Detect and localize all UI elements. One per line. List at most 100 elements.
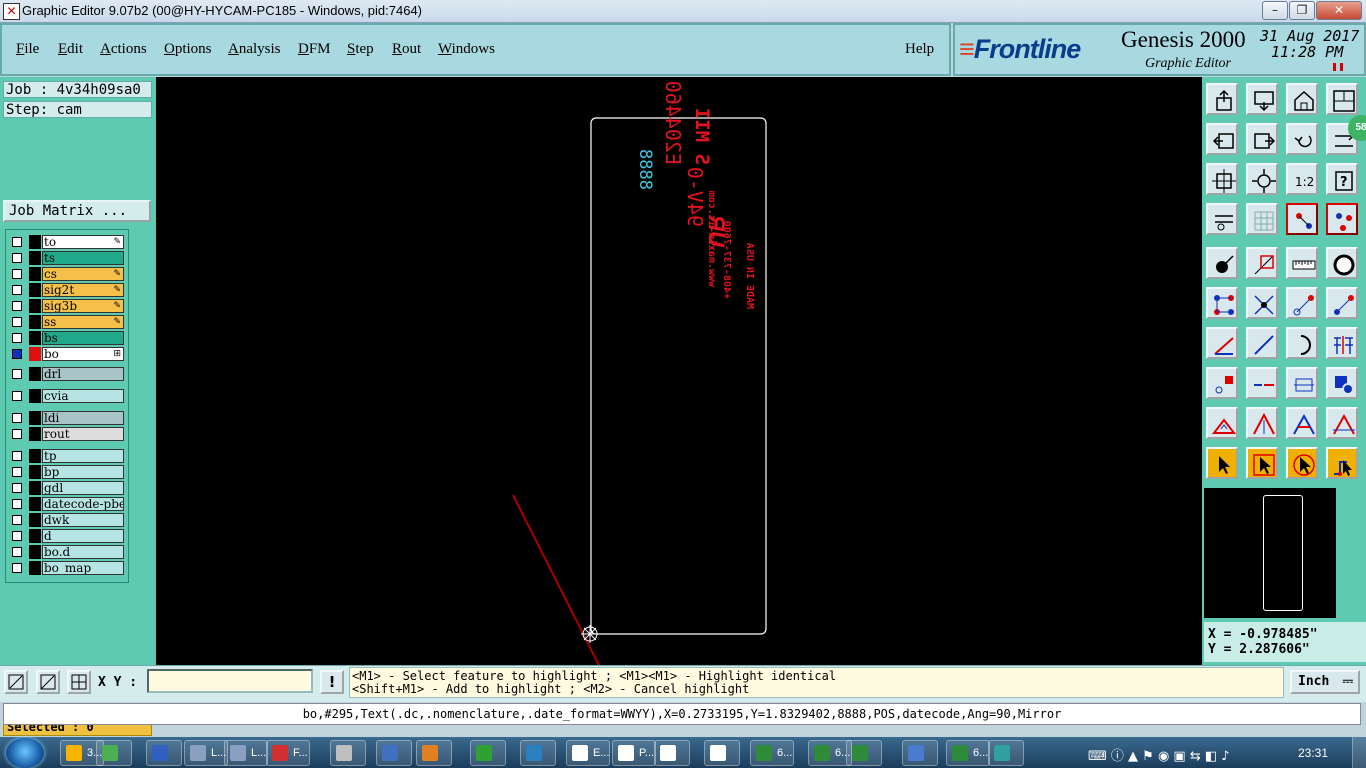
taskbar-app-button[interactable]	[902, 740, 938, 766]
layer-color-swatch[interactable]	[29, 561, 41, 575]
query-icon[interactable]: ?	[1326, 163, 1358, 195]
start-button[interactable]	[6, 738, 44, 768]
layer-row-cs[interactable]: cs ✎	[8, 267, 126, 281]
job-matrix-button[interactable]: Job Matrix ...	[3, 200, 151, 222]
triangle-up-icon[interactable]	[1246, 407, 1278, 439]
taskbar-app-button[interactable]: 6...	[946, 740, 990, 766]
scale-1-2-icon[interactable]: 1:2	[1286, 163, 1318, 195]
pad-icon[interactable]	[1206, 247, 1238, 279]
layer-name[interactable]: sig3b ✎	[42, 299, 124, 313]
layer-name[interactable]: bo.d	[42, 545, 124, 559]
layer-color-swatch[interactable]	[29, 545, 41, 559]
layer-row-cvia[interactable]: cvia	[8, 389, 126, 403]
undo-view-icon[interactable]	[1286, 123, 1318, 155]
layer-checkbox[interactable]	[12, 391, 22, 401]
layer-row-ts[interactable]: ts	[8, 251, 126, 265]
layer-name[interactable]: rout	[42, 427, 124, 441]
pointer-select-icon[interactable]	[1246, 447, 1278, 479]
pointer-route-icon[interactable]	[1326, 447, 1358, 479]
taskbar-app-button[interactable]	[416, 740, 452, 766]
layer-color-swatch[interactable]	[29, 389, 41, 403]
grid-mode-icon[interactable]	[67, 670, 91, 694]
layer-checkbox[interactable]	[12, 531, 22, 541]
layer-row-d[interactable]: d	[8, 529, 126, 543]
layer-checkbox[interactable]	[12, 515, 22, 525]
layer-color-swatch[interactable]	[29, 299, 41, 313]
ruler-icon[interactable]	[1286, 247, 1318, 279]
layer-name[interactable]: drl	[42, 367, 124, 381]
layer-color-swatch[interactable]	[29, 529, 41, 543]
layer-name[interactable]: d	[42, 529, 124, 543]
layer-color-swatch[interactable]	[29, 449, 41, 463]
layer-checkbox[interactable]	[12, 349, 22, 359]
layer-color-swatch[interactable]	[29, 251, 41, 265]
taskbar-app-button[interactable]: L...	[224, 740, 268, 766]
layer-row-sig3b[interactable]: sig3b ✎	[8, 299, 126, 313]
pan-left-icon[interactable]	[1206, 123, 1238, 155]
layer-color-swatch[interactable]	[29, 497, 41, 511]
snapshot-icon[interactable]	[1246, 83, 1278, 115]
add-point-icon[interactable]	[1326, 287, 1358, 319]
taskbar-app-button[interactable]	[96, 740, 132, 766]
layer-row-to[interactable]: to ✎	[8, 235, 126, 249]
units-selector[interactable]: Inch ⎓	[1290, 670, 1360, 694]
layer-checkbox[interactable]	[12, 547, 22, 557]
taskbar-app-button[interactable]: 6...	[750, 740, 794, 766]
layer-checkbox[interactable]	[12, 333, 22, 343]
tray-icons[interactable]: ⌨ ⓘ ▲ ⚑ ◉ ▣ ⇆ ◧ ♪	[1088, 745, 1230, 764]
taskbar-app-button[interactable]: P...	[612, 740, 656, 766]
menu-step[interactable]: Step	[347, 41, 374, 58]
layer-checkbox[interactable]	[12, 369, 22, 379]
layer-name[interactable]: to ✎	[42, 235, 124, 249]
zoom-fit-icon[interactable]	[1206, 163, 1238, 195]
taskbar-app-button[interactable]: F...	[266, 740, 310, 766]
layer-name[interactable]: dwk	[42, 513, 124, 527]
close-button[interactable]: ✕	[1316, 1, 1362, 20]
exclamation-button[interactable]: !	[320, 670, 344, 694]
pointer-rotate-icon[interactable]	[1286, 447, 1318, 479]
menu-help[interactable]: Help	[905, 41, 934, 58]
layer-name[interactable]: ldi	[42, 411, 124, 425]
layer-row-rout[interactable]: rout	[8, 427, 126, 441]
delete-node-icon[interactable]	[1246, 287, 1278, 319]
layer-row-drl[interactable]: drl	[8, 367, 126, 381]
minimize-button[interactable]: –	[1262, 1, 1288, 20]
layer-name[interactable]: bs	[42, 331, 124, 345]
layer-name[interactable]: ts	[42, 251, 124, 265]
measure-icon[interactable]	[1286, 367, 1318, 399]
layer-color-swatch[interactable]	[29, 283, 41, 297]
layer-color-swatch[interactable]	[29, 411, 41, 425]
layer-color-swatch[interactable]	[29, 331, 41, 345]
layer-checkbox[interactable]	[12, 237, 22, 247]
menu-edit[interactable]: Edit	[58, 41, 83, 58]
graphic-canvas[interactable]: ЯU E204460 94V-0 S MII 8888 www.maxim-ic…	[156, 77, 1202, 665]
layer-color-swatch[interactable]	[29, 465, 41, 479]
menu-dfm[interactable]: DFM	[298, 41, 331, 58]
menu-options[interactable]: Options	[164, 41, 212, 58]
snap-mode-icon[interactable]	[36, 670, 60, 694]
line-draw-icon[interactable]	[1246, 327, 1278, 359]
layer-row-ldi[interactable]: ldi	[8, 411, 126, 425]
fence-icon[interactable]	[1326, 327, 1358, 359]
layer-row-bo_map[interactable]: bo_map	[8, 561, 126, 575]
zoom-home-icon[interactable]	[1206, 83, 1238, 115]
layer-name[interactable]: sig2t ✎	[42, 283, 124, 297]
layer-row-sig2t[interactable]: sig2t ✎	[8, 283, 126, 297]
taskbar-app-button[interactable]	[654, 740, 690, 766]
layer-color-swatch[interactable]	[29, 267, 41, 281]
layer-row-gdl[interactable]: gdl	[8, 481, 126, 495]
layer-color-swatch[interactable]	[29, 427, 41, 441]
taskbar-app-button[interactable]	[988, 740, 1024, 766]
layer-row-dwk[interactable]: dwk	[8, 513, 126, 527]
taskbar-app-button[interactable]: L...	[184, 740, 228, 766]
taskbar-app-button[interactable]	[330, 740, 366, 766]
layer-row-tp[interactable]: tp	[8, 449, 126, 463]
layer-color-swatch[interactable]	[29, 347, 41, 361]
layer-color-swatch[interactable]	[29, 481, 41, 495]
layer-name[interactable]: ss ✎	[42, 315, 124, 329]
settings-icon[interactable]	[1206, 203, 1238, 235]
maximize-button[interactable]: ❐	[1289, 1, 1315, 20]
grid-icon[interactable]	[1246, 203, 1278, 235]
layer-checkbox[interactable]	[12, 499, 22, 509]
layer-color-swatch[interactable]	[29, 367, 41, 381]
